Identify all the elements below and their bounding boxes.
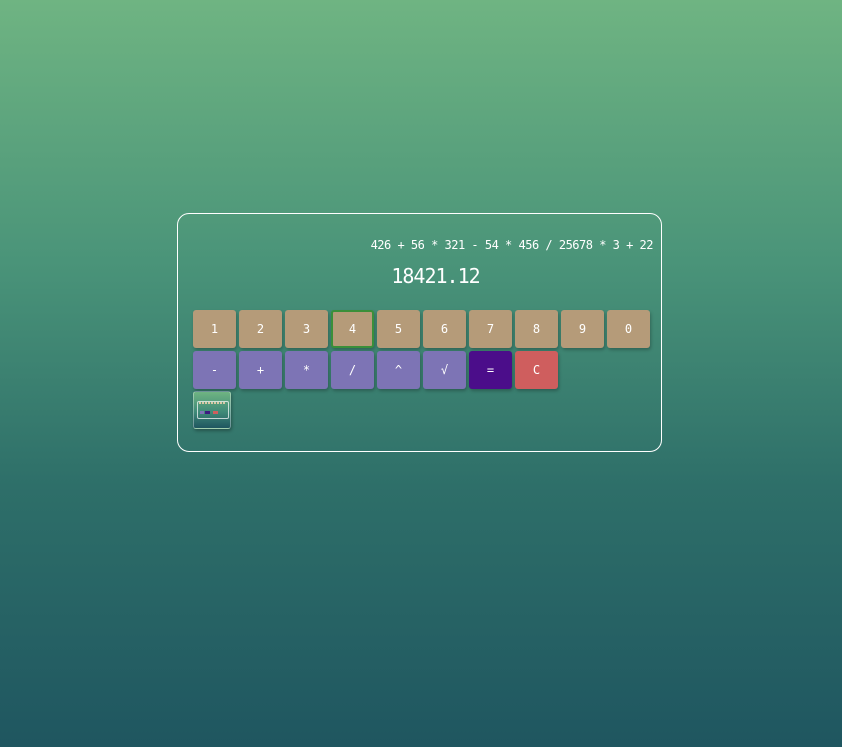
digit-6-button[interactable]: 6 [423,310,466,348]
sqrt-button[interactable]: √ [423,351,466,389]
digit-8-button[interactable]: 8 [515,310,558,348]
digit-7-button[interactable]: 7 [469,310,512,348]
operator-row: - + * / ^ √ = C [193,351,558,389]
digit-4-button[interactable]: 4 [331,310,374,348]
digit-9-button[interactable]: 9 [561,310,604,348]
digit-2-button[interactable]: 2 [239,310,282,348]
digit-row: 1 2 3 4 5 6 7 8 9 0 [193,310,650,348]
digit-5-button[interactable]: 5 [377,310,420,348]
power-button[interactable]: ^ [377,351,420,389]
digit-0-button[interactable]: 0 [607,310,650,348]
digit-1-button[interactable]: 1 [193,310,236,348]
calculator-panel: 426 + 56 * 321 - 54 * 456 / 25678 * 3 + … [177,213,662,452]
equals-button[interactable]: = [469,351,512,389]
multiply-button[interactable]: * [285,351,328,389]
divide-button[interactable]: / [331,351,374,389]
thumbnail-key-equals [205,411,210,414]
clear-button[interactable]: C [515,351,558,389]
calculator-thumbnail-icon[interactable] [193,391,231,429]
thumbnail-row [193,391,231,429]
expression-display: 426 + 56 * 321 - 54 * 456 / 25678 * 3 + … [370,238,654,252]
plus-button[interactable]: + [239,351,282,389]
result-display: 18421.12 [391,264,480,288]
thumbnail-key-clear [213,411,218,414]
digit-3-button[interactable]: 3 [285,310,328,348]
minus-button[interactable]: - [193,351,236,389]
thumbnail-key-op [200,411,204,414]
thumbnail-keys-dots [199,402,225,404]
